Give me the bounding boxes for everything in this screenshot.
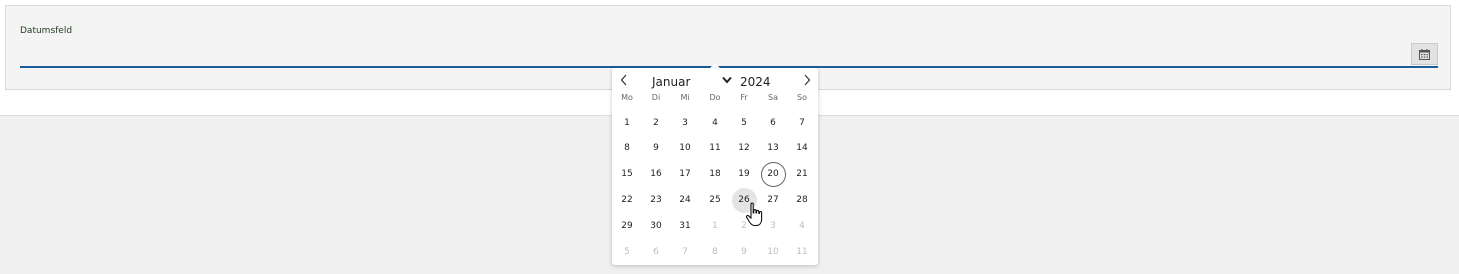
day-cell[interactable]: 12 [732,136,757,161]
month-select[interactable]: Januar [652,74,734,90]
day-cell[interactable]: 17 [673,162,698,187]
chevron-right-icon [803,74,811,90]
day-cell[interactable]: 27 [761,188,786,213]
datepicker-header: Januar 2024 [612,72,818,92]
month-select-value: Januar [652,75,691,89]
day-cell[interactable]: 7 [790,111,815,136]
day-cell-other-month[interactable]: 8 [703,240,728,265]
day-cell-other-month[interactable]: 4 [790,214,815,239]
day-cell-other-month[interactable]: 1 [703,214,728,239]
weekday-header: Mo [621,93,633,102]
day-cell[interactable]: 5 [732,111,757,136]
day-cell-other-month[interactable]: 7 [673,240,698,265]
day-cell[interactable]: 3 [673,111,698,136]
next-month-button[interactable] [799,73,815,91]
day-cell[interactable]: 4 [703,111,728,136]
day-cell[interactable]: 14 [790,136,815,161]
day-cell-other-month[interactable]: 6 [644,240,669,265]
weekday-header: Mi [680,93,690,102]
day-cell[interactable]: 25 [703,188,728,213]
day-cell-other-month[interactable]: 10 [761,240,786,265]
chevron-left-icon [620,74,628,90]
calendar-icon [1419,48,1430,60]
day-cell[interactable]: 24 [673,188,698,213]
day-cell[interactable]: 16 [644,162,669,187]
chevron-down-icon [722,74,732,87]
day-cell[interactable]: 22 [615,188,640,213]
weekday-header: Di [651,93,661,102]
day-cell[interactable]: 19 [732,162,757,187]
weekday-header: Sa [768,93,778,102]
day-cell[interactable]: 31 [673,214,698,239]
previous-month-button[interactable] [616,73,632,91]
day-cell[interactable]: 13 [761,136,786,161]
datepicker-popup: Januar 2024 Mo Di Mi Do Fr Sa So 1 2 3 4 5 6 7 8 9 10 11 1… [612,68,818,265]
day-cell-other-month[interactable]: 5 [615,240,640,265]
day-cell[interactable]: 18 [703,162,728,187]
day-cell[interactable]: 30 [644,214,669,239]
year-input[interactable]: 2024 [740,75,771,89]
day-cell[interactable]: 29 [615,214,640,239]
day-cell-other-month[interactable]: 3 [761,214,786,239]
weekday-header: Do [709,93,721,102]
day-cell[interactable]: 21 [790,162,815,187]
day-cell[interactable]: 26 [731,187,757,213]
day-cell[interactable]: 6 [761,111,786,136]
day-cell[interactable]: 1 [615,111,640,136]
day-cell-today[interactable]: 20 [760,161,786,187]
day-cell[interactable]: 2 [644,111,669,136]
day-cell[interactable]: 23 [644,188,669,213]
day-cell-other-month[interactable]: 11 [790,240,815,265]
day-cell[interactable]: 11 [703,136,728,161]
weekday-header: So [797,93,807,102]
day-cell[interactable]: 28 [790,188,815,213]
day-cell-other-month[interactable]: 9 [732,240,757,265]
day-cell[interactable]: 10 [673,136,698,161]
day-cell[interactable]: 15 [615,162,640,187]
day-cell-other-month[interactable]: 2 [732,214,757,239]
date-field-label: Datumsfeld [20,26,73,36]
day-cell[interactable]: 9 [644,136,669,161]
day-cell[interactable]: 8 [615,136,640,161]
calendar-button[interactable] [1411,43,1438,65]
weekday-header: Fr [740,93,748,102]
